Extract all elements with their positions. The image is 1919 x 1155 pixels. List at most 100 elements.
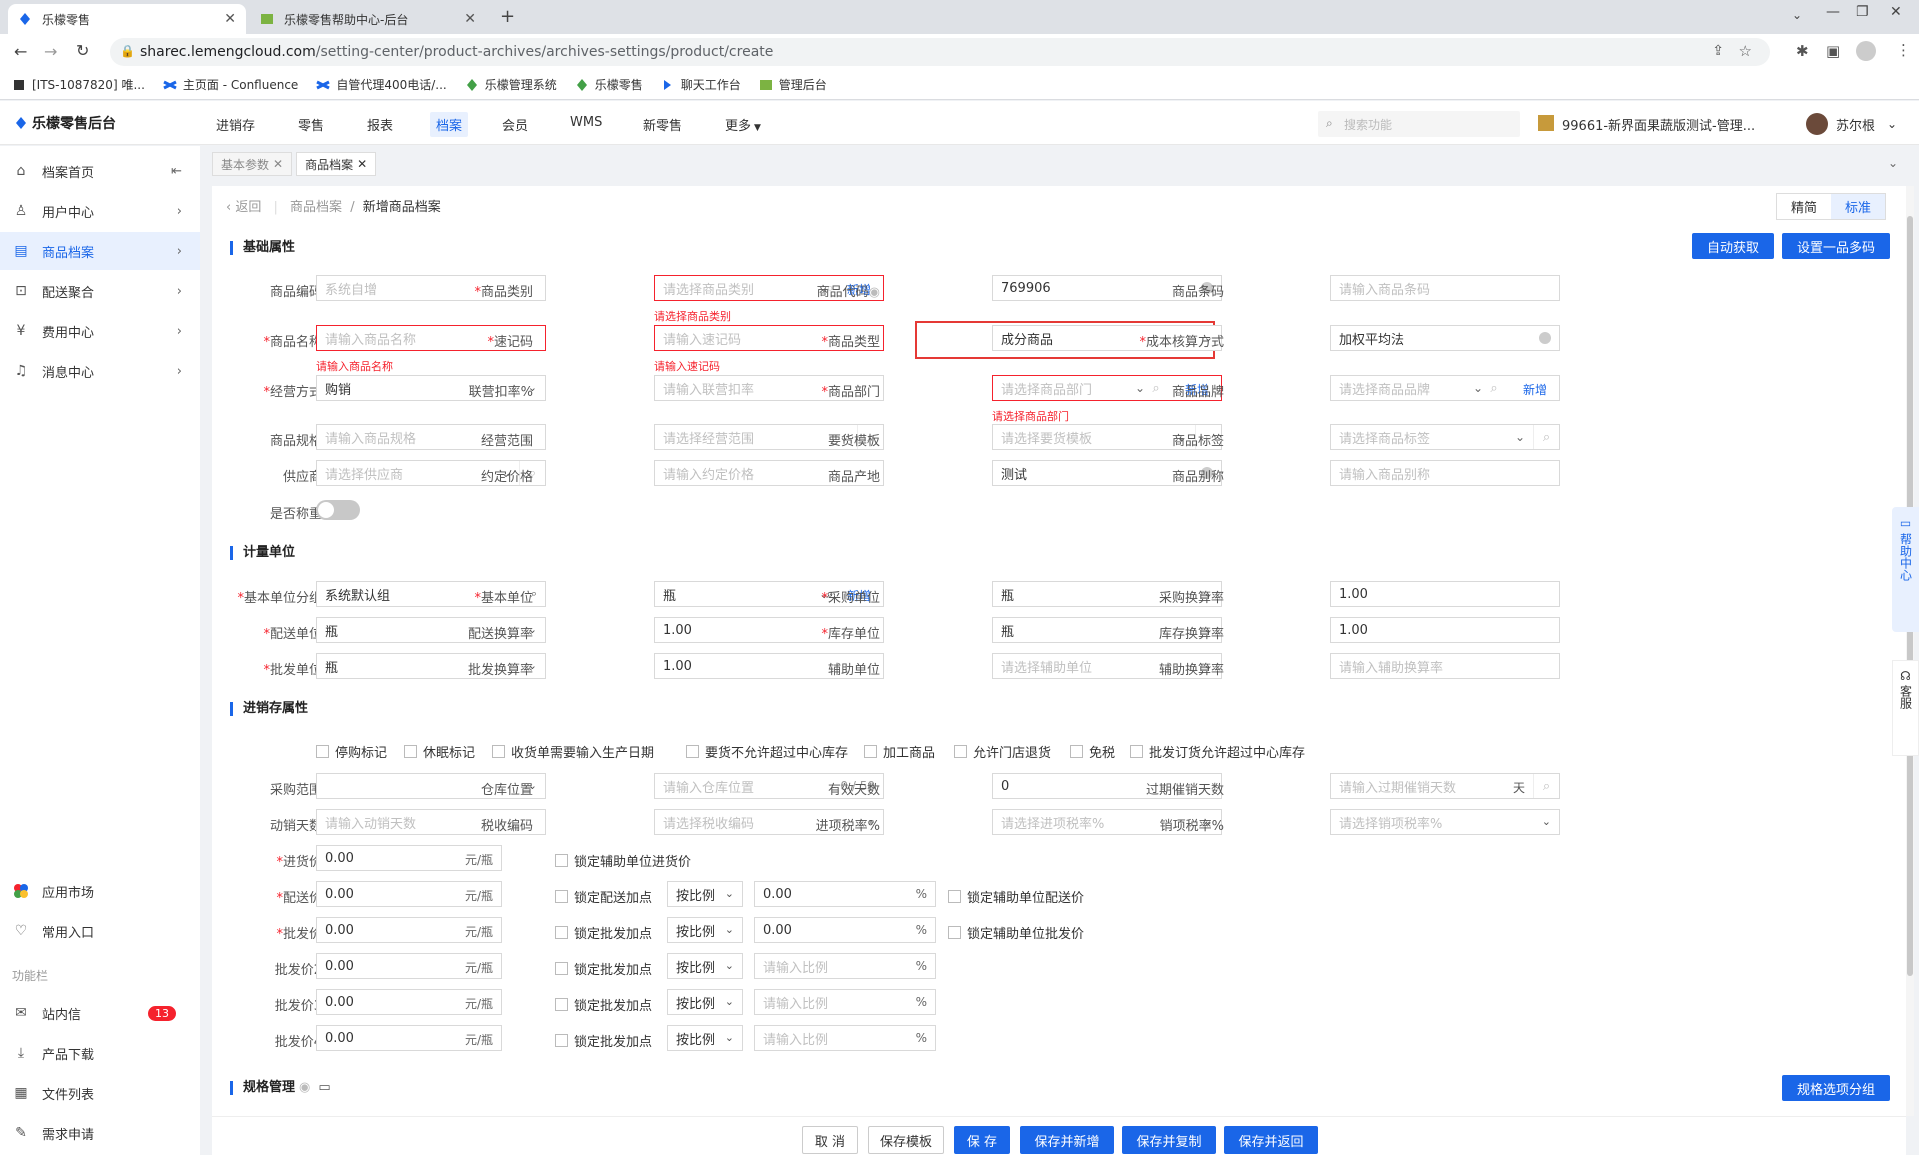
lock-aux-dist-check[interactable]: 锁定辅助单位配送价 (948, 887, 1084, 906)
restore-icon[interactable]: ❐ (1856, 4, 1869, 20)
wholesale-price-input[interactable]: 0.00 元/瓶 (316, 917, 502, 943)
search-icon[interactable]: ⌕ (1481, 376, 1507, 400)
sidebar-item-product-archive[interactable]: ▤ 商品档案 › (0, 232, 200, 270)
browser-tab-active[interactable]: 乐檬零售 ✕ (8, 4, 246, 34)
search-icon[interactable]: ⌕ (1533, 425, 1559, 449)
stock-rate-input[interactable]: 1.00 (1330, 617, 1560, 643)
save-button[interactable]: 保 存 (954, 1126, 1010, 1154)
bookmark-item[interactable]: 自管代理400电话/... (316, 76, 447, 93)
nav-retail[interactable]: 零售 (298, 115, 324, 134)
output-tax-select[interactable]: 请选择销项税率% ⌄ (1330, 809, 1560, 835)
sidebar-item-files[interactable]: ▦ 文件列表 (0, 1074, 200, 1112)
bookmark-item[interactable]: 乐檬零售 (575, 76, 643, 93)
sidebar-item-requests[interactable]: ✎ 需求申请 (0, 1114, 200, 1152)
menu-icon[interactable]: ⋮ (1896, 41, 1911, 59)
wholesale-mode-select[interactable]: 按比例 ⌄ (667, 917, 743, 943)
lock-wholesale-markup-2-check[interactable]: 锁定批发加点 (555, 959, 652, 978)
nav-archives[interactable]: 档案 (430, 112, 469, 137)
alias-input[interactable]: 请输入商品别称 (1330, 460, 1560, 486)
tab-search-icon[interactable]: ⌄ (1792, 8, 1802, 22)
sidepanel-icon[interactable]: ▣ (1826, 42, 1840, 60)
sidebar-item-user-center[interactable]: ♙ 用户中心 › (0, 192, 200, 230)
profile-icon[interactable] (1856, 41, 1876, 61)
lock-wholesale-markup-check[interactable]: 锁定批发加点 (555, 923, 652, 942)
dist-ratio-input[interactable]: 0.00% (754, 881, 936, 907)
nav-wms[interactable]: WMS (570, 115, 602, 130)
bookmark-item[interactable]: 主页面 - Confluence (163, 76, 298, 93)
nav-members[interactable]: 会员 (502, 115, 528, 134)
tabs-more-icon[interactable]: ⌄ (1888, 156, 1898, 170)
bookmark-item[interactable]: [ITS-1087820] 唯... (12, 76, 145, 93)
share-icon[interactable]: ⇪ (1712, 43, 1724, 59)
sidebar-item-messages[interactable]: ♫ 消息中心 › (0, 352, 200, 390)
back-icon[interactable]: ← (14, 42, 27, 61)
sidebar-item-delivery[interactable]: ⊡ 配送聚合 › (0, 272, 200, 310)
dist-mode-select[interactable]: 按比例 ⌄ (667, 881, 743, 907)
close-icon[interactable]: ✕ (273, 157, 283, 171)
sidebar-item-home[interactable]: ⌂ 档案首页 ⇤ (0, 152, 200, 190)
lock-wholesale-markup-3-check[interactable]: 锁定批发加点 (555, 995, 652, 1014)
sidebar-item-app-market[interactable]: 应用市场 (0, 872, 200, 910)
wholesale-ratio-2-input[interactable]: 请输入比例% (754, 953, 936, 979)
dist-price-input[interactable]: 0.00 元/瓶 (316, 881, 502, 907)
sidebar-item-download[interactable]: ⤓ 产品下载 (0, 1034, 200, 1072)
wholesale-price-4-input[interactable]: 0.00 元/瓶 (316, 1025, 502, 1051)
wholesale-mode-2-select[interactable]: 按比例 ⌄ (667, 953, 743, 979)
feature-search-input[interactable]: ⌕ 搜索功能 (1318, 111, 1520, 137)
wholesale-price-2-input[interactable]: 0.00 元/瓶 (316, 953, 502, 979)
star-icon[interactable]: ☆ (1739, 42, 1752, 60)
forward-icon[interactable]: → (44, 42, 57, 61)
save-and-return-button[interactable]: 保存并返回 (1224, 1126, 1318, 1154)
lock-dist-markup-check[interactable]: 锁定配送加点 (555, 887, 652, 906)
bookmark-item[interactable]: 聊天工作台 (661, 76, 741, 93)
nav-more[interactable]: 更多 ▼ (725, 115, 761, 134)
wholesale-mode-3-select[interactable]: 按比例 ⌄ (667, 989, 743, 1015)
nav-reports[interactable]: 报表 (367, 115, 393, 134)
close-icon[interactable]: ✕ (224, 11, 236, 27)
check-tax-free[interactable]: 免税 (1070, 742, 1115, 761)
lock-aux-purchase-check[interactable]: 锁定辅助单位进货价 (555, 851, 691, 870)
store-selector[interactable]: 99661-新界面果蔬版测试-管理... (1562, 115, 1755, 134)
close-icon[interactable]: ✕ (357, 157, 367, 171)
url-bar[interactable]: 🔒 sharec.lemengcloud.com/setting-center/… (110, 38, 1770, 66)
wholesale-ratio-input[interactable]: 0.00% (754, 917, 936, 943)
minimize-icon[interactable]: — (1826, 4, 1840, 20)
app-logo[interactable]: 乐檬零售后台 (14, 113, 116, 133)
page-tab-product-archive[interactable]: 商品档案 ✕ (296, 152, 377, 176)
cost-method-select[interactable]: 加权平均法 (1330, 325, 1560, 351)
check-production-date[interactable]: 收货单需要输入生产日期 (492, 742, 654, 761)
search-icon[interactable]: ⌕ (1533, 774, 1559, 798)
close-window-icon[interactable]: ✕ (1890, 4, 1902, 20)
browser-tab[interactable]: 乐檬零售帮助中心-后台 ✕ (250, 4, 486, 34)
lock-aux-wholesale-check[interactable]: 锁定辅助单位批发价 (948, 923, 1084, 942)
check-dormant[interactable]: 休眠标记 (404, 742, 475, 761)
wholesale-ratio-4-input[interactable]: 请输入比例% (754, 1025, 936, 1051)
collapse-sidebar-icon[interactable]: ⇤ (171, 164, 182, 179)
new-tab-icon[interactable]: + (500, 6, 515, 27)
breadcrumb-parent[interactable]: 商品档案 (290, 200, 342, 215)
check-store-return[interactable]: 允许门店退货 (954, 742, 1051, 761)
spec-group-button[interactable]: 规格选项分组 (1782, 1075, 1890, 1101)
set-barcode-button[interactable]: 设置一品多码 (1782, 233, 1890, 259)
scrollbar-track[interactable] (1906, 186, 1914, 1116)
tag-select[interactable]: 请选择商品标签 ⌄ ⌕ (1330, 424, 1560, 450)
save-template-button[interactable]: 保存模板 (868, 1126, 944, 1154)
purchase-rate-input[interactable]: 1.00 (1330, 581, 1560, 607)
barcode-input[interactable]: 请输入商品条码 (1330, 275, 1560, 301)
auto-get-button[interactable]: 自动获取 (1692, 233, 1774, 259)
save-and-new-button[interactable]: 保存并新增 (1020, 1126, 1114, 1154)
extensions-icon[interactable]: ✱ (1796, 42, 1809, 60)
sidebar-item-fees[interactable]: ¥ 费用中心 › (0, 312, 200, 350)
cancel-button[interactable]: 取 消 (802, 1126, 858, 1154)
add-brand-link[interactable]: 新增 (1523, 381, 1547, 398)
page-tab-basic-params[interactable]: 基本参数 ✕ (212, 152, 293, 176)
expire-days-input[interactable]: 请输入过期催销天数天 ⌕ (1330, 773, 1560, 799)
aux-rate-input[interactable]: 请输入辅助换算率 (1330, 653, 1560, 679)
view-standard[interactable]: 标准 (1831, 194, 1886, 219)
wholesale-ratio-3-input[interactable]: 请输入比例% (754, 989, 936, 1015)
reload-icon[interactable]: ↻ (76, 41, 89, 60)
weigh-toggle[interactable] (316, 500, 360, 520)
check-processed[interactable]: 加工商品 (864, 742, 935, 761)
nav-inventory[interactable]: 进销存 (216, 115, 255, 134)
check-stop-purchase[interactable]: 停购标记 (316, 742, 387, 761)
